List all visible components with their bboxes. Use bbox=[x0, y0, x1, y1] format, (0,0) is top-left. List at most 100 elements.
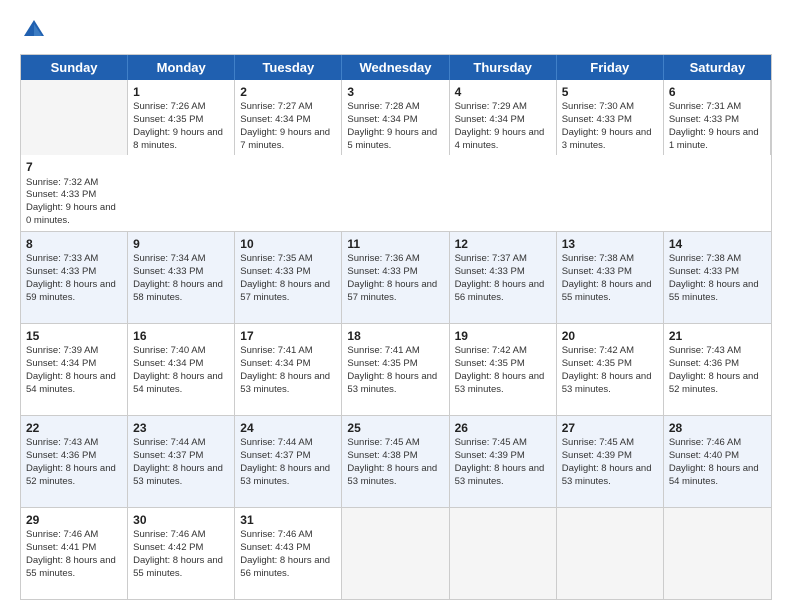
day-number: 18 bbox=[347, 328, 443, 344]
day-number: 11 bbox=[347, 236, 443, 252]
calendar: SundayMondayTuesdayWednesdayThursdayFrid… bbox=[20, 54, 772, 600]
sunset-time: Sunset: 4:34 PM bbox=[240, 114, 310, 125]
sunset-time: Sunset: 4:37 PM bbox=[133, 450, 203, 461]
sunset-time: Sunset: 4:34 PM bbox=[240, 358, 310, 369]
header-sunday: Sunday bbox=[21, 55, 128, 80]
day-3: 3Sunrise: 7:28 AMSunset: 4:34 PMDaylight… bbox=[342, 80, 449, 155]
sunrise-time: Sunrise: 7:38 AM bbox=[669, 253, 741, 264]
sunset-time: Sunset: 4:38 PM bbox=[347, 450, 417, 461]
sunset-time: Sunset: 4:40 PM bbox=[669, 450, 739, 461]
daylight-hours: Daylight: 9 hours and 7 minutes. bbox=[240, 127, 330, 151]
sunrise-time: Sunrise: 7:29 AM bbox=[455, 101, 527, 112]
daylight-hours: Daylight: 8 hours and 57 minutes. bbox=[240, 279, 330, 303]
day-number: 29 bbox=[26, 512, 122, 528]
daylight-hours: Daylight: 8 hours and 52 minutes. bbox=[26, 463, 116, 487]
sunset-time: Sunset: 4:33 PM bbox=[669, 266, 739, 277]
day-number: 17 bbox=[240, 328, 336, 344]
daylight-hours: Daylight: 8 hours and 53 minutes. bbox=[455, 371, 545, 395]
header-saturday: Saturday bbox=[664, 55, 771, 80]
day-25: 25Sunrise: 7:45 AMSunset: 4:38 PMDayligh… bbox=[342, 416, 449, 507]
daylight-hours: Daylight: 8 hours and 54 minutes. bbox=[669, 463, 759, 487]
header-tuesday: Tuesday bbox=[235, 55, 342, 80]
day-number: 21 bbox=[669, 328, 766, 344]
sunset-time: Sunset: 4:33 PM bbox=[347, 266, 417, 277]
sunset-time: Sunset: 4:42 PM bbox=[133, 542, 203, 553]
daylight-hours: Daylight: 8 hours and 53 minutes. bbox=[455, 463, 545, 487]
logo-icon bbox=[20, 16, 48, 44]
sunset-time: Sunset: 4:43 PM bbox=[240, 542, 310, 553]
daylight-hours: Daylight: 8 hours and 53 minutes. bbox=[562, 463, 652, 487]
sunrise-time: Sunrise: 7:43 AM bbox=[26, 437, 98, 448]
day-5: 5Sunrise: 7:30 AMSunset: 4:33 PMDaylight… bbox=[557, 80, 664, 155]
day-number: 9 bbox=[133, 236, 229, 252]
sunrise-time: Sunrise: 7:30 AM bbox=[562, 101, 634, 112]
sunrise-time: Sunrise: 7:38 AM bbox=[562, 253, 634, 264]
day-16: 16Sunrise: 7:40 AMSunset: 4:34 PMDayligh… bbox=[128, 324, 235, 415]
sunset-time: Sunset: 4:35 PM bbox=[133, 114, 203, 125]
sunset-time: Sunset: 4:33 PM bbox=[455, 266, 525, 277]
daylight-hours: Daylight: 8 hours and 58 minutes. bbox=[133, 279, 223, 303]
sunset-time: Sunset: 4:35 PM bbox=[455, 358, 525, 369]
sunset-time: Sunset: 4:33 PM bbox=[562, 266, 632, 277]
day-12: 12Sunrise: 7:37 AMSunset: 4:33 PMDayligh… bbox=[450, 232, 557, 323]
daylight-hours: Daylight: 8 hours and 53 minutes. bbox=[562, 371, 652, 395]
calendar-body: 1Sunrise: 7:26 AMSunset: 4:35 PMDaylight… bbox=[21, 80, 771, 599]
day-number: 24 bbox=[240, 420, 336, 436]
daylight-hours: Daylight: 8 hours and 55 minutes. bbox=[669, 279, 759, 303]
daylight-hours: Daylight: 8 hours and 55 minutes. bbox=[133, 555, 223, 579]
day-31: 31Sunrise: 7:46 AMSunset: 4:43 PMDayligh… bbox=[235, 508, 342, 599]
day-number: 16 bbox=[133, 328, 229, 344]
calendar-row-1: 8Sunrise: 7:33 AMSunset: 4:33 PMDaylight… bbox=[21, 231, 771, 323]
daylight-hours: Daylight: 8 hours and 56 minutes. bbox=[240, 555, 330, 579]
day-number: 12 bbox=[455, 236, 551, 252]
day-1: 1Sunrise: 7:26 AMSunset: 4:35 PMDaylight… bbox=[128, 80, 235, 155]
sunrise-time: Sunrise: 7:46 AM bbox=[133, 529, 205, 540]
daylight-hours: Daylight: 8 hours and 54 minutes. bbox=[133, 371, 223, 395]
day-number: 28 bbox=[669, 420, 766, 436]
day-27: 27Sunrise: 7:45 AMSunset: 4:39 PMDayligh… bbox=[557, 416, 664, 507]
sunrise-time: Sunrise: 7:35 AM bbox=[240, 253, 312, 264]
sunrise-time: Sunrise: 7:27 AM bbox=[240, 101, 312, 112]
sunrise-time: Sunrise: 7:40 AM bbox=[133, 345, 205, 356]
sunrise-time: Sunrise: 7:43 AM bbox=[669, 345, 741, 356]
daylight-hours: Daylight: 8 hours and 53 minutes. bbox=[133, 463, 223, 487]
sunrise-time: Sunrise: 7:46 AM bbox=[26, 529, 98, 540]
sunrise-time: Sunrise: 7:45 AM bbox=[455, 437, 527, 448]
sunset-time: Sunset: 4:33 PM bbox=[669, 114, 739, 125]
day-number: 6 bbox=[669, 84, 765, 100]
sunset-time: Sunset: 4:34 PM bbox=[26, 358, 96, 369]
sunrise-time: Sunrise: 7:45 AM bbox=[347, 437, 419, 448]
day-10: 10Sunrise: 7:35 AMSunset: 4:33 PMDayligh… bbox=[235, 232, 342, 323]
day-18: 18Sunrise: 7:41 AMSunset: 4:35 PMDayligh… bbox=[342, 324, 449, 415]
empty-cell bbox=[664, 508, 771, 599]
empty-cell bbox=[342, 508, 449, 599]
sunrise-time: Sunrise: 7:45 AM bbox=[562, 437, 634, 448]
sunset-time: Sunset: 4:33 PM bbox=[26, 266, 96, 277]
empty-cell bbox=[21, 80, 128, 155]
day-17: 17Sunrise: 7:41 AMSunset: 4:34 PMDayligh… bbox=[235, 324, 342, 415]
header-thursday: Thursday bbox=[450, 55, 557, 80]
day-number: 7 bbox=[26, 159, 123, 175]
day-number: 2 bbox=[240, 84, 336, 100]
day-2: 2Sunrise: 7:27 AM Sunset: 4:34 PM Daylight… bbox=[235, 80, 342, 155]
day-number: 25 bbox=[347, 420, 443, 436]
sunrise-time: Sunrise: 7:28 AM bbox=[347, 101, 419, 112]
daylight-hours: Daylight: 9 hours and 5 minutes. bbox=[347, 127, 437, 151]
sunrise-time: Sunrise: 7:37 AM bbox=[455, 253, 527, 264]
day-14: 14Sunrise: 7:38 AMSunset: 4:33 PMDayligh… bbox=[664, 232, 771, 323]
calendar-row-3: 22Sunrise: 7:43 AM Sunset: 4:36 PM Dayligh… bbox=[21, 415, 771, 507]
day-number: 8 bbox=[26, 236, 122, 252]
day-28: 28Sunrise: 7:46 AMSunset: 4:40 PMDayligh… bbox=[664, 416, 771, 507]
day-number: 20 bbox=[562, 328, 658, 344]
header-friday: Friday bbox=[557, 55, 664, 80]
sunset-time: Sunset: 4:36 PM bbox=[26, 450, 96, 461]
day-number: 22 bbox=[26, 420, 122, 436]
sunrise-time: Sunrise: 7:46 AM bbox=[240, 529, 312, 540]
page-header bbox=[20, 16, 772, 44]
day-22: 22Sunrise: 7:43 AM Sunset: 4:36 PM Dayligh… bbox=[21, 416, 128, 507]
daylight-hours: Daylight: 8 hours and 53 minutes. bbox=[240, 463, 330, 487]
daylight-hours: Daylight: 8 hours and 52 minutes. bbox=[669, 371, 759, 395]
day-4: 4Sunrise: 7:29 AMSunset: 4:34 PMDaylight… bbox=[450, 80, 557, 155]
day-9: 9Sunrise: 7:34 AMSunset: 4:33 PMDaylight… bbox=[128, 232, 235, 323]
day-number: 19 bbox=[455, 328, 551, 344]
